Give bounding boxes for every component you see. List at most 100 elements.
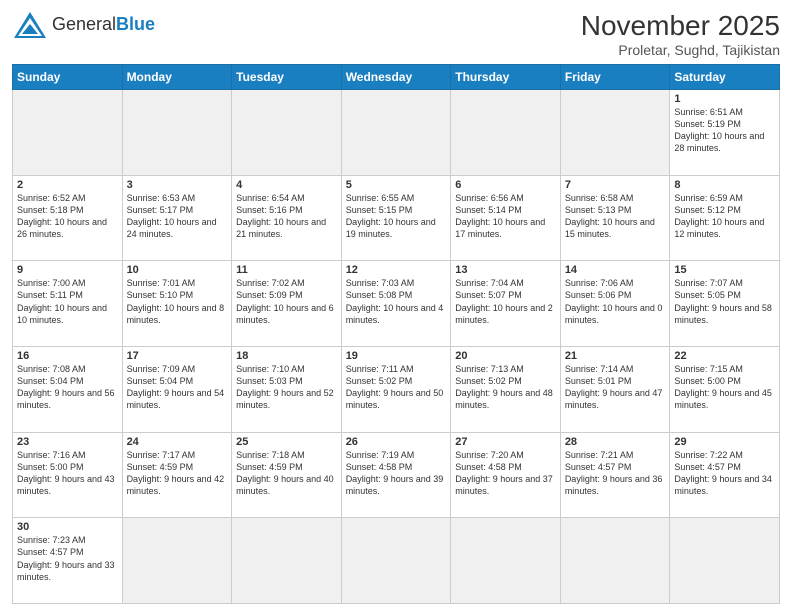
table-row: 5Sunrise: 6:55 AM Sunset: 5:15 PM Daylig… — [341, 175, 451, 261]
calendar-week-row: 16Sunrise: 7:08 AM Sunset: 5:04 PM Dayli… — [13, 346, 780, 432]
day-info: Sunrise: 6:58 AM Sunset: 5:13 PM Dayligh… — [565, 192, 666, 241]
header-wednesday: Wednesday — [341, 65, 451, 90]
day-info: Sunrise: 7:02 AM Sunset: 5:09 PM Dayligh… — [236, 277, 337, 326]
table-row — [341, 518, 451, 604]
table-row: 29Sunrise: 7:22 AM Sunset: 4:57 PM Dayli… — [670, 432, 780, 518]
table-row: 12Sunrise: 7:03 AM Sunset: 5:08 PM Dayli… — [341, 261, 451, 347]
day-number: 9 — [17, 264, 118, 276]
day-info: Sunrise: 7:06 AM Sunset: 5:06 PM Dayligh… — [565, 277, 666, 326]
calendar-week-row: 2Sunrise: 6:52 AM Sunset: 5:18 PM Daylig… — [13, 175, 780, 261]
calendar-week-row: 30Sunrise: 7:23 AM Sunset: 4:57 PM Dayli… — [13, 518, 780, 604]
day-number: 25 — [236, 436, 337, 448]
table-row: 3Sunrise: 6:53 AM Sunset: 5:17 PM Daylig… — [122, 175, 232, 261]
day-number: 18 — [236, 350, 337, 362]
day-info: Sunrise: 7:10 AM Sunset: 5:03 PM Dayligh… — [236, 363, 337, 412]
calendar-week-row: 1Sunrise: 6:51 AM Sunset: 5:19 PM Daylig… — [13, 90, 780, 176]
table-row: 1Sunrise: 6:51 AM Sunset: 5:19 PM Daylig… — [670, 90, 780, 176]
header-friday: Friday — [560, 65, 670, 90]
day-number: 24 — [127, 436, 228, 448]
day-info: Sunrise: 6:55 AM Sunset: 5:15 PM Dayligh… — [346, 192, 447, 241]
day-number: 17 — [127, 350, 228, 362]
day-info: Sunrise: 7:19 AM Sunset: 4:58 PM Dayligh… — [346, 449, 447, 498]
day-number: 29 — [674, 436, 775, 448]
calendar-table: Sunday Monday Tuesday Wednesday Thursday… — [12, 64, 780, 604]
day-number: 7 — [565, 179, 666, 191]
day-info: Sunrise: 7:22 AM Sunset: 4:57 PM Dayligh… — [674, 449, 775, 498]
table-row: 4Sunrise: 6:54 AM Sunset: 5:16 PM Daylig… — [232, 175, 342, 261]
day-number: 21 — [565, 350, 666, 362]
header-monday: Monday — [122, 65, 232, 90]
table-row: 30Sunrise: 7:23 AM Sunset: 4:57 PM Dayli… — [13, 518, 123, 604]
day-number: 20 — [455, 350, 556, 362]
day-info: Sunrise: 6:56 AM Sunset: 5:14 PM Dayligh… — [455, 192, 556, 241]
day-info: Sunrise: 7:00 AM Sunset: 5:11 PM Dayligh… — [17, 277, 118, 326]
day-number: 3 — [127, 179, 228, 191]
table-row: 15Sunrise: 7:07 AM Sunset: 5:05 PM Dayli… — [670, 261, 780, 347]
table-row: 16Sunrise: 7:08 AM Sunset: 5:04 PM Dayli… — [13, 346, 123, 432]
day-info: Sunrise: 7:16 AM Sunset: 5:00 PM Dayligh… — [17, 449, 118, 498]
day-info: Sunrise: 7:23 AM Sunset: 4:57 PM Dayligh… — [17, 534, 118, 583]
day-number: 23 — [17, 436, 118, 448]
table-row: 14Sunrise: 7:06 AM Sunset: 5:06 PM Dayli… — [560, 261, 670, 347]
day-info: Sunrise: 7:07 AM Sunset: 5:05 PM Dayligh… — [674, 277, 775, 326]
day-info: Sunrise: 6:59 AM Sunset: 5:12 PM Dayligh… — [674, 192, 775, 241]
day-info: Sunrise: 7:18 AM Sunset: 4:59 PM Dayligh… — [236, 449, 337, 498]
table-row: 11Sunrise: 7:02 AM Sunset: 5:09 PM Dayli… — [232, 261, 342, 347]
day-info: Sunrise: 7:03 AM Sunset: 5:08 PM Dayligh… — [346, 277, 447, 326]
day-number: 27 — [455, 436, 556, 448]
calendar-title: November 2025 — [581, 10, 780, 42]
day-info: Sunrise: 7:11 AM Sunset: 5:02 PM Dayligh… — [346, 363, 447, 412]
day-number: 4 — [236, 179, 337, 191]
day-info: Sunrise: 7:01 AM Sunset: 5:10 PM Dayligh… — [127, 277, 228, 326]
day-number: 13 — [455, 264, 556, 276]
table-row: 20Sunrise: 7:13 AM Sunset: 5:02 PM Dayli… — [451, 346, 561, 432]
table-row: 2Sunrise: 6:52 AM Sunset: 5:18 PM Daylig… — [13, 175, 123, 261]
day-number: 10 — [127, 264, 228, 276]
table-row — [122, 90, 232, 176]
table-row: 7Sunrise: 6:58 AM Sunset: 5:13 PM Daylig… — [560, 175, 670, 261]
day-number: 14 — [565, 264, 666, 276]
day-number: 26 — [346, 436, 447, 448]
table-row — [232, 90, 342, 176]
calendar-subtitle: Proletar, Sughd, Tajikistan — [581, 42, 780, 58]
day-number: 15 — [674, 264, 775, 276]
day-info: Sunrise: 7:08 AM Sunset: 5:04 PM Dayligh… — [17, 363, 118, 412]
table-row: 18Sunrise: 7:10 AM Sunset: 5:03 PM Dayli… — [232, 346, 342, 432]
day-info: Sunrise: 7:15 AM Sunset: 5:00 PM Dayligh… — [674, 363, 775, 412]
table-row: 26Sunrise: 7:19 AM Sunset: 4:58 PM Dayli… — [341, 432, 451, 518]
table-row — [232, 518, 342, 604]
calendar-week-row: 9Sunrise: 7:00 AM Sunset: 5:11 PM Daylig… — [13, 261, 780, 347]
table-row: 8Sunrise: 6:59 AM Sunset: 5:12 PM Daylig… — [670, 175, 780, 261]
header-sunday: Sunday — [13, 65, 123, 90]
table-row: 23Sunrise: 7:16 AM Sunset: 5:00 PM Dayli… — [13, 432, 123, 518]
table-row: 10Sunrise: 7:01 AM Sunset: 5:10 PM Dayli… — [122, 261, 232, 347]
day-number: 1 — [674, 93, 775, 105]
table-row — [122, 518, 232, 604]
header-saturday: Saturday — [670, 65, 780, 90]
day-number: 12 — [346, 264, 447, 276]
day-number: 2 — [17, 179, 118, 191]
table-row — [451, 518, 561, 604]
day-number: 19 — [346, 350, 447, 362]
page: GeneralBlue November 2025 Proletar, Sugh… — [0, 0, 792, 612]
table-row: 21Sunrise: 7:14 AM Sunset: 5:01 PM Dayli… — [560, 346, 670, 432]
day-info: Sunrise: 6:53 AM Sunset: 5:17 PM Dayligh… — [127, 192, 228, 241]
day-info: Sunrise: 7:17 AM Sunset: 4:59 PM Dayligh… — [127, 449, 228, 498]
day-number: 6 — [455, 179, 556, 191]
table-row: 13Sunrise: 7:04 AM Sunset: 5:07 PM Dayli… — [451, 261, 561, 347]
title-block: November 2025 Proletar, Sughd, Tajikista… — [581, 10, 780, 58]
header: GeneralBlue November 2025 Proletar, Sugh… — [12, 10, 780, 58]
day-info: Sunrise: 7:04 AM Sunset: 5:07 PM Dayligh… — [455, 277, 556, 326]
day-number: 5 — [346, 179, 447, 191]
logo-icon — [12, 10, 48, 40]
table-row: 28Sunrise: 7:21 AM Sunset: 4:57 PM Dayli… — [560, 432, 670, 518]
day-info: Sunrise: 7:14 AM Sunset: 5:01 PM Dayligh… — [565, 363, 666, 412]
day-info: Sunrise: 7:09 AM Sunset: 5:04 PM Dayligh… — [127, 363, 228, 412]
table-row — [13, 90, 123, 176]
logo-text: GeneralBlue — [52, 15, 155, 35]
day-info: Sunrise: 6:54 AM Sunset: 5:16 PM Dayligh… — [236, 192, 337, 241]
table-row: 19Sunrise: 7:11 AM Sunset: 5:02 PM Dayli… — [341, 346, 451, 432]
table-row — [451, 90, 561, 176]
table-row — [560, 518, 670, 604]
day-info: Sunrise: 6:52 AM Sunset: 5:18 PM Dayligh… — [17, 192, 118, 241]
